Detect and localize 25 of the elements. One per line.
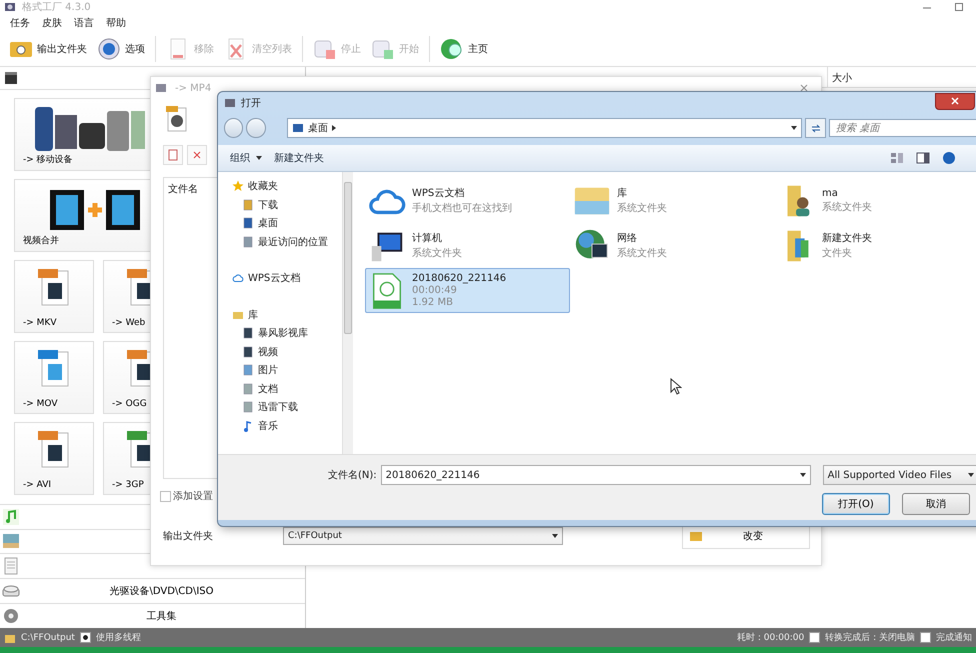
item-detail: 00:00:49 [412, 285, 458, 296]
item-name: ma [822, 188, 839, 198]
item-detail: 系统文件夹 [617, 246, 667, 260]
checkbox-label: 使用多线程 [96, 632, 141, 644]
item-name: 计算机 [412, 232, 443, 245]
item-name: WPS云文档 [412, 186, 466, 200]
output-path: C:\FFOutput [21, 632, 75, 642]
window-title: 格式工厂 4.3.0 [22, 0, 91, 14]
checkbox-label: 转换完成后 : 关闭电脑 [825, 632, 915, 644]
dialog-title: -> MP4 [175, 82, 212, 94]
item-detail: 系统文件夹 [412, 246, 462, 260]
field-label: 文件名(N): [328, 468, 377, 482]
item-detail: 系统文件夹 [617, 202, 667, 215]
elapsed-time: 耗时 : 00:00:00 [737, 632, 804, 644]
item-name: 库 [617, 186, 628, 200]
item-detail: 手机文档也可在这找到 [412, 202, 512, 215]
item-detail: 文件夹 [822, 246, 853, 260]
field-label: 输出文件夹 [163, 530, 214, 543]
dialog-title: 打开 [241, 96, 261, 110]
item-name: 网络 [617, 232, 638, 245]
item-name: 新建文件夹 [822, 232, 872, 245]
item-name: 20180620_221146 [412, 273, 506, 284]
checkbox-label: 完成通知 [936, 632, 972, 644]
item-detail: 1.92 MB [412, 297, 454, 308]
item-detail: 系统文件夹 [822, 200, 872, 214]
